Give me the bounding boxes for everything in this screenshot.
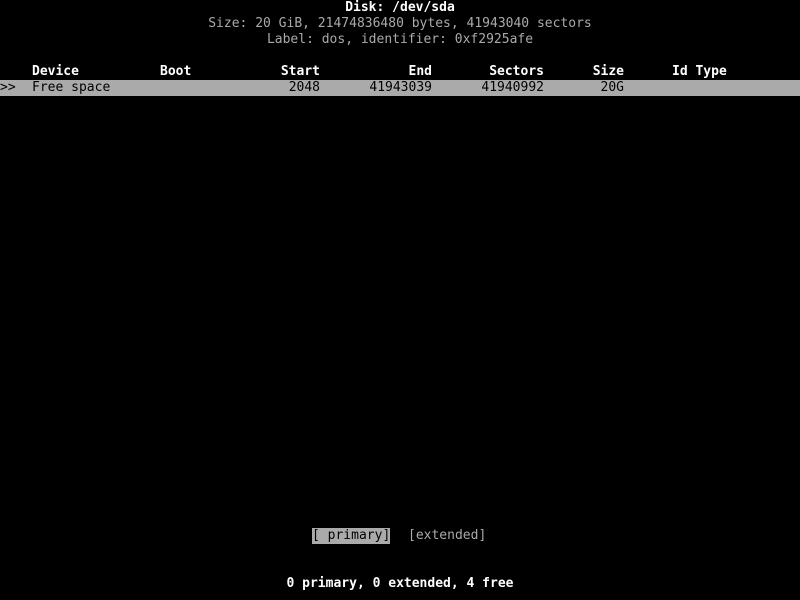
- table-row[interactable]: >> Free space 2048 41943039 41940992 20G: [0, 80, 800, 96]
- column-end: End: [408, 64, 432, 79]
- row-size: 20G: [600, 80, 624, 95]
- disk-size-info: Size: 20 GiB, 21474836480 bytes, 4194304…: [208, 16, 592, 31]
- disk-label-info: Label: dos, identifier: 0xf2925afe: [266, 32, 534, 47]
- disk-title: Disk: /dev/sda: [345, 0, 455, 15]
- extended-button[interactable]: [extended]: [408, 528, 486, 544]
- row-sectors: 41940992: [481, 80, 544, 95]
- column-start: Start: [280, 64, 320, 79]
- selection-marker: >>: [0, 80, 16, 95]
- row-end: 41943039: [369, 80, 432, 95]
- column-boot: Boot: [160, 64, 192, 79]
- row-start: 2048: [288, 80, 320, 95]
- status-line: 0 primary, 0 extended, 4 free: [286, 576, 514, 591]
- table-header: Device Boot Start End Sectors Size Id Ty…: [0, 64, 800, 80]
- column-sectors: Sectors: [489, 64, 544, 79]
- row-device: Free space: [32, 80, 111, 95]
- column-size: Size: [592, 64, 624, 79]
- primary-button[interactable]: [ primary]: [312, 528, 391, 544]
- column-id-type: Id Type: [672, 64, 727, 79]
- column-device: Device: [32, 64, 79, 79]
